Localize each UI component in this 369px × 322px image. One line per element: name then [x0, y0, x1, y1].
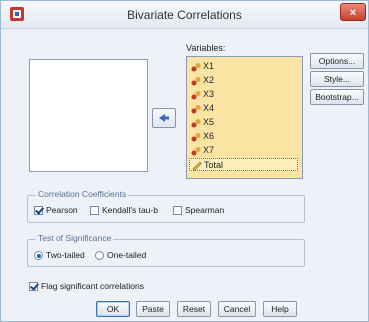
style-button[interactable]: Style... — [310, 71, 364, 87]
ruler-icon — [192, 161, 202, 171]
cancel-button[interactable]: Cancel — [218, 301, 256, 317]
pearson-checkbox[interactable] — [34, 206, 43, 215]
scale-variable-icon — [191, 62, 201, 72]
correlation-coefficients-group: Correlation Coefficients Pearson Kendall… — [27, 189, 305, 223]
variable-name: Total — [204, 160, 224, 170]
list-item[interactable]: X5 — [191, 116, 214, 129]
list-item[interactable]: X3 — [191, 88, 214, 101]
scale-variable-icon — [191, 104, 201, 114]
variable-name: X1 — [203, 61, 215, 71]
list-item[interactable]: X6 — [191, 130, 214, 143]
one-tailed-label[interactable]: One-tailed — [107, 250, 146, 260]
scale-variable-icon — [191, 118, 201, 128]
spearman-checkbox[interactable] — [173, 206, 182, 215]
bootstrap-button[interactable]: Bootstrap... — [310, 89, 364, 105]
bivariate-correlations-dialog: Bivariate Correlations × Variables: X1 X… — [0, 0, 369, 322]
selected-variables-list[interactable]: X1 X2 X3 X4 X5 X6 X7 Total — [186, 56, 303, 179]
scale-variable-icon — [191, 90, 201, 100]
two-tailed-label[interactable]: Two-tailed — [46, 250, 85, 260]
variable-name: X7 — [203, 145, 215, 155]
flag-significant-label[interactable]: Flag significant correlations — [41, 281, 144, 291]
ok-button[interactable]: OK — [96, 301, 130, 317]
variable-name: X3 — [203, 89, 215, 99]
list-item-selected[interactable]: Total — [189, 158, 298, 171]
arrow-right-icon — [159, 114, 169, 122]
window-title: Bivariate Correlations — [127, 8, 242, 22]
variable-name: X2 — [203, 75, 215, 85]
variables-label: Variables: — [186, 43, 226, 53]
spearman-label[interactable]: Spearman — [185, 205, 224, 215]
source-variable-list[interactable] — [29, 59, 148, 172]
pearson-label[interactable]: Pearson — [46, 205, 78, 215]
test-of-significance-group: Test of Significance Two-tailed One-tail… — [27, 233, 305, 267]
scale-variable-icon — [191, 76, 201, 86]
scale-variable-icon — [191, 132, 201, 142]
kendall-checkbox[interactable] — [90, 206, 99, 215]
variable-name: X6 — [203, 131, 215, 141]
variable-name: X4 — [203, 103, 215, 113]
title-bar[interactable]: Bivariate Correlations × — [1, 1, 368, 29]
options-button[interactable]: Options... — [310, 53, 364, 69]
two-tailed-radio[interactable] — [34, 251, 43, 260]
list-item[interactable]: X7 — [191, 144, 214, 157]
close-button[interactable]: × — [340, 3, 366, 21]
kendall-label[interactable]: Kendall's tau-b — [102, 205, 158, 215]
list-item[interactable]: X4 — [191, 102, 214, 115]
flag-significant-checkbox[interactable] — [29, 282, 38, 291]
list-item[interactable]: X2 — [191, 74, 214, 87]
help-button[interactable]: Help — [263, 301, 297, 317]
paste-button[interactable]: Paste — [136, 301, 170, 317]
correlation-coefficients-legend: Correlation Coefficients — [36, 189, 129, 199]
scale-variable-icon — [191, 146, 201, 156]
list-item[interactable]: X1 — [191, 60, 214, 73]
one-tailed-radio[interactable] — [95, 251, 104, 260]
test-of-significance-legend: Test of Significance — [36, 233, 114, 243]
variable-name: X5 — [203, 117, 215, 127]
reset-button[interactable]: Reset — [177, 301, 211, 317]
move-variable-button[interactable] — [152, 108, 176, 128]
